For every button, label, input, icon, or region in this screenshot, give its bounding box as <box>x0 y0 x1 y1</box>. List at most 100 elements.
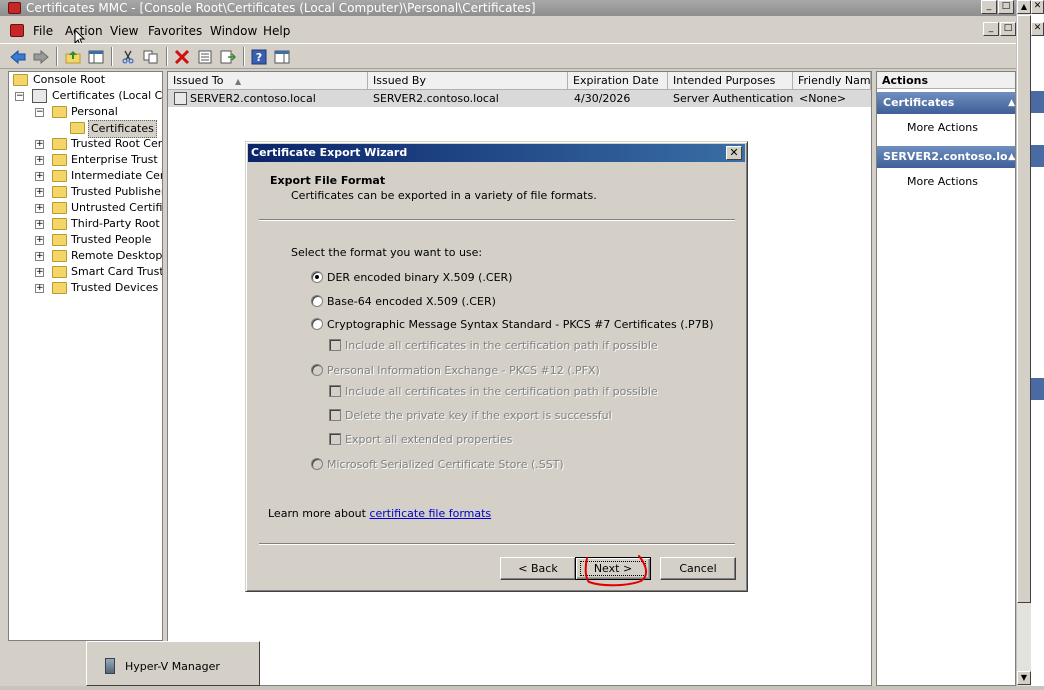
bottom-edge <box>0 686 1044 690</box>
checkbox-pkcs7-include-all[interactable] <box>329 339 341 351</box>
background-band <box>1031 145 1044 167</box>
action-group-certificates[interactable]: Certificates ▲ <box>877 92 1015 114</box>
certificate-store-icon <box>32 89 47 103</box>
back-icon[interactable] <box>9 48 27 65</box>
collapse-icon[interactable]: − <box>35 108 44 117</box>
collapse-caret-icon[interactable]: ▲ <box>1008 146 1015 168</box>
column-header-intended-purposes[interactable]: Intended Purposes <box>668 72 793 90</box>
action-pane-icon[interactable] <box>273 48 291 65</box>
expand-icon[interactable]: + <box>35 220 44 229</box>
scroll-up-icon[interactable]: ▲ <box>1017 0 1031 14</box>
menu-bar: File Action View Favorites Window Help _… <box>0 21 1016 46</box>
menu-window[interactable]: Window <box>210 24 257 38</box>
learn-more-text: Learn more about certificate file format… <box>268 507 492 520</box>
radio-base64[interactable] <box>311 295 323 307</box>
sort-ascending-icon: ▲ <box>235 77 242 86</box>
table-row[interactable]: SERVER2.contoso.local SERVER2.contoso.lo… <box>168 90 871 107</box>
minimize-button[interactable]: _ <box>981 0 997 14</box>
copy-icon[interactable] <box>142 48 160 65</box>
toolbar-separator <box>243 47 245 66</box>
folder-icon <box>52 266 67 278</box>
expand-icon[interactable]: + <box>35 204 44 213</box>
folder-icon <box>52 282 67 294</box>
option-label-pkcs7[interactable]: Cryptographic Message Syntax Standard - … <box>327 318 714 331</box>
folder-icon <box>52 218 67 230</box>
more-actions-certificates[interactable]: More Actions <box>907 121 978 134</box>
certificate-export-wizard-dialog: Certificate Export Wizard ✕ Export File … <box>245 141 748 592</box>
expand-icon[interactable]: + <box>35 236 44 245</box>
show-hide-tree-icon[interactable] <box>87 48 105 65</box>
properties-icon[interactable] <box>196 48 214 65</box>
radio-sst[interactable] <box>311 458 323 470</box>
option-label-sst: Microsoft Serialized Certificate Store (… <box>327 458 564 471</box>
menu-view[interactable]: View <box>110 24 138 38</box>
child-restore-button[interactable]: □ <box>1000 22 1016 36</box>
action-group-server2[interactable]: SERVER2.contoso.lo... ▲ <box>877 146 1015 168</box>
help-icon[interactable]: ? <box>250 48 268 65</box>
background-child-close-button[interactable]: ✕ <box>1031 22 1044 36</box>
folder-icon <box>52 186 67 198</box>
background-window-edge: ✕ ✕ <box>1031 0 1044 690</box>
scroll-down-icon[interactable]: ▼ <box>1017 671 1031 685</box>
actions-header: Actions <box>877 72 1015 89</box>
scrollbar-thumb[interactable] <box>1017 15 1031 603</box>
child-minimize-button[interactable]: _ <box>983 22 999 36</box>
more-actions-server2[interactable]: More Actions <box>907 175 978 188</box>
checkbox-label-pfx-export-extended: Export all extended properties <box>345 433 513 446</box>
folder-icon <box>13 74 28 86</box>
checkbox-pfx-delete-key[interactable] <box>329 409 341 421</box>
radio-pfx[interactable] <box>311 364 323 376</box>
forward-icon[interactable] <box>32 48 50 65</box>
delete-icon[interactable] <box>173 48 191 65</box>
column-header-issued-to[interactable]: Issued To ▲ <box>168 72 368 90</box>
maximize-button[interactable]: □ <box>998 0 1014 14</box>
server-icon <box>105 658 115 674</box>
vertical-scrollbar[interactable]: ▲ ▼ <box>1016 0 1031 686</box>
folder-icon <box>52 234 67 246</box>
folder-icon <box>52 106 67 118</box>
radio-der[interactable] <box>311 271 323 283</box>
taskbar-button-hyper-v-manager[interactable]: Hyper-V Manager <box>86 641 260 686</box>
checkbox-pfx-include-all[interactable] <box>329 385 341 397</box>
column-header-issued-by[interactable]: Issued By <box>368 72 568 90</box>
column-header-friendly-name[interactable]: Friendly Name <box>793 72 871 90</box>
up-folder-icon[interactable] <box>64 48 82 65</box>
radio-pkcs7[interactable] <box>311 318 323 330</box>
export-list-icon[interactable] <box>219 48 237 65</box>
expand-icon[interactable]: + <box>35 172 44 181</box>
expand-icon[interactable]: + <box>35 252 44 261</box>
folder-icon <box>52 202 67 214</box>
cell-intended-purposes: Server Authentication <box>673 92 794 105</box>
expand-icon[interactable]: + <box>35 268 44 277</box>
checkbox-label-pfx-delete-key: Delete the private key if the export is … <box>345 409 612 422</box>
expand-icon[interactable]: + <box>35 188 44 197</box>
checkbox-pfx-export-extended[interactable] <box>329 433 341 445</box>
menu-help[interactable]: Help <box>263 24 290 38</box>
next-button[interactable]: Next > <box>575 557 651 580</box>
mmc-app-icon <box>8 2 21 14</box>
close-icon[interactable]: ✕ <box>726 146 742 160</box>
dialog-title: Certificate Export Wizard <box>251 146 408 159</box>
menu-file[interactable]: File <box>33 24 53 38</box>
console-tree: Console Root − Certificates (Local Com −… <box>8 71 163 641</box>
window-title-bar[interactable]: Certificates MMC - [Console Root\Certifi… <box>0 0 1016 16</box>
window-title: Certificates MMC - [Console Root\Certifi… <box>26 1 536 15</box>
console-window-icon[interactable] <box>10 24 24 37</box>
menu-favorites[interactable]: Favorites <box>148 24 202 38</box>
expand-icon[interactable]: + <box>35 140 44 149</box>
column-header-expiration-date[interactable]: Expiration Date <box>568 72 668 90</box>
expand-icon[interactable]: + <box>35 284 44 293</box>
back-button[interactable]: < Back <box>500 557 576 580</box>
cut-icon[interactable] <box>119 48 137 65</box>
option-label-der[interactable]: DER encoded binary X.509 (.CER) <box>327 271 512 284</box>
cancel-button[interactable]: Cancel <box>660 557 736 580</box>
dialog-title-bar[interactable]: Certificate Export Wizard ✕ <box>248 144 745 162</box>
collapse-caret-icon[interactable]: ▲ <box>1008 92 1015 114</box>
expand-icon[interactable]: + <box>35 156 44 165</box>
collapse-icon[interactable]: − <box>15 92 24 101</box>
certificate-file-formats-link[interactable]: certificate file formats <box>369 507 491 520</box>
option-label-base64[interactable]: Base-64 encoded X.509 (.CER) <box>327 295 496 308</box>
background-band <box>1031 91 1044 113</box>
actions-pane: Actions Certificates ▲ More Actions SERV… <box>876 71 1016 686</box>
background-close-button[interactable]: ✕ <box>1031 0 1044 14</box>
